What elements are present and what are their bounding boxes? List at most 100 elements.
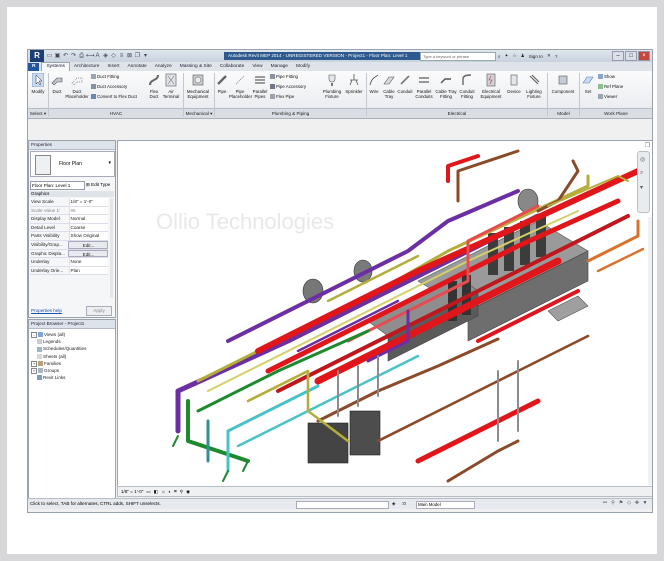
expand-toggle[interactable]: + [31,360,37,367]
application-menu-button[interactable]: R [28,63,40,71]
search-icon[interactable]: ⌕ [498,54,501,59]
view-scale[interactable]: 1/8" = 1'-0" [121,487,143,496]
panel-hvac[interactable]: HVAC [49,108,183,118]
panel-select[interactable]: Select ▾ [28,108,48,118]
table-row[interactable]: Display Model Normal [30,215,108,224]
exchange-icon[interactable]: ✕ [547,53,551,59]
drag-on-select-icon[interactable]: ✥ [634,500,640,507]
tag-icon[interactable]: A [94,53,101,60]
pipe-accessory-button[interactable]: Pipe Accessory [270,84,306,90]
modify-button[interactable]: Modify [30,73,46,94]
tab-modify[interactable]: Modify [292,63,314,71]
panel-mechanical[interactable]: Mechanical ▾ [184,108,214,118]
panel-work-plane[interactable]: Work Plane [580,108,652,118]
sun-path-icon[interactable]: ☼ [161,487,165,496]
pipe-fitting-button[interactable]: Pipe Fitting [270,74,298,80]
list-item[interactable]: + Families [31,360,115,367]
list-item[interactable]: Sheets (all) [31,353,115,360]
plumbing-fixture-button[interactable]: Plumbing Fixture [320,73,344,99]
lighting-fixture-button[interactable]: Lighting Fixture [524,73,544,99]
editable-only-icon[interactable]: ◈ [392,499,396,509]
table-row[interactable]: Underlay None [30,258,108,267]
tab-insert[interactable]: Insert [103,63,123,71]
print-icon[interactable]: ⎙ [78,53,85,60]
mechanical-equipment-button[interactable]: Mechanical Equipment [185,73,211,99]
zoom-icon[interactable]: ⌕ [640,170,643,177]
pipe-button[interactable]: Pipe [216,73,228,94]
property-value[interactable]: None [68,258,108,266]
expand-toggle[interactable]: + [31,367,37,374]
panel-electrical[interactable]: Electrical [367,108,547,118]
component-button[interactable]: Component [549,73,577,94]
open-icon[interactable]: ▭ [46,53,53,60]
shadows-icon[interactable]: ◐ [168,487,171,496]
ref-plane-button[interactable]: Ref Plane [598,84,623,90]
zoom-dropdown-icon[interactable]: ▾ [640,184,643,191]
drawing-area[interactable]: Ollio Technologies ◎ ⌕ ▾ ❐ [117,140,652,488]
electrical-equipment-button[interactable]: Electrical Equipment [478,73,504,99]
table-row[interactable]: View Scale 1/8" = 1'-0" [30,198,108,207]
visibility-edit-button[interactable]: Edit... [68,240,108,249]
apply-button[interactable]: Apply [86,306,112,316]
show-button[interactable]: Show [598,74,615,80]
table-row[interactable]: Underlay Orie... Plan [30,266,108,276]
reveal-icon[interactable]: ◉ [186,487,190,496]
undo-icon[interactable]: ↶ [62,53,69,60]
sign-in-link[interactable]: Sign In [529,54,543,59]
duct-accessory-button[interactable]: Duct Accessory [91,84,127,90]
redo-icon[interactable]: ↷ [70,53,77,60]
crop-icon[interactable]: ⌗ [174,487,177,496]
parallel-pipes-button[interactable]: Parallel Pipes [252,73,268,99]
subscription-icon[interactable]: ✦ [505,53,509,59]
parallel-conduits-button[interactable]: Parallel Conduits [414,73,434,99]
detail-level-icon[interactable]: ▭ [146,487,150,496]
property-value[interactable]: Coarse [68,223,108,232]
measure-icon[interactable]: ⟷ [86,53,95,60]
select-by-face-icon[interactable]: ◇ [626,500,632,507]
properties-help-link[interactable]: Properties help [31,308,62,313]
tab-systems[interactable]: Systems [41,62,70,71]
property-value[interactable]: Show Original [68,232,108,240]
flex-duct-button[interactable]: Flex Duct [148,73,160,99]
list-item[interactable]: Legends [31,338,115,345]
property-value[interactable]: Plan [68,266,108,275]
table-row[interactable]: Visibility/Grap... Edit... [30,240,108,250]
tab-manage[interactable]: Manage [267,63,292,71]
app-logo-icon[interactable]: R [30,50,44,62]
navigation-bar[interactable]: ◎ ⌕ ▾ [637,151,650,213]
visual-style-icon[interactable]: ◧ [154,487,158,496]
duct-fitting-button[interactable]: Duct Fitting [91,74,119,80]
list-item[interactable]: - Views (all) [31,331,115,338]
flex-pipe-button[interactable]: Flex Pipe [270,94,294,100]
type-selector[interactable]: Floor Plan ▾ [30,151,115,177]
help-icon[interactable]: ? [555,54,558,59]
conduit-fitting-button[interactable]: Conduit Fitting [458,73,476,99]
chevron-down-icon[interactable]: ▾ [108,160,111,166]
collapse-toggle[interactable]: - [31,331,37,338]
cable-tray-button[interactable]: Cable Tray [382,73,396,99]
table-row[interactable]: Graphic Displa... Edit... [30,249,108,259]
tab-architecture[interactable]: Architecture [70,63,104,71]
select-links-icon[interactable]: ⚯ [602,500,608,507]
table-row[interactable]: Detail Level Coarse [30,223,108,233]
close-icon[interactable]: × [638,51,650,61]
tab-annotate[interactable]: Annotate [123,63,150,71]
close-hidden-icon[interactable]: ⊠ [126,53,133,60]
list-item[interactable]: Schedules/Quantities [31,345,115,352]
viewcube-icon[interactable]: ❐ [645,142,650,149]
list-item[interactable]: Revit Links [31,374,115,381]
set-button[interactable]: Set [581,73,595,94]
switch-windows-icon[interactable]: ❐ [134,53,141,60]
communication-icon[interactable]: ☆ [512,53,516,59]
pipe-placeholder-button[interactable]: Pipe Placeholder [229,73,252,99]
graphic-display-edit-button[interactable]: Edit... [68,249,108,258]
search-input[interactable]: Type a keyword or phrase [420,52,496,61]
viewport-scrollbar[interactable] [648,217,652,485]
panel-plumbing-piping[interactable]: Plumbing & Piping [215,108,366,118]
user-icon[interactable]: ♟ [521,53,525,59]
properties-scrollbar[interactable] [110,198,113,298]
viewer-button[interactable]: Viewer [598,94,617,100]
conduit-button[interactable]: Conduit [397,73,413,94]
maximize-icon[interactable]: □ [625,51,637,61]
tab-collaborate[interactable]: Collaborate [216,63,249,71]
